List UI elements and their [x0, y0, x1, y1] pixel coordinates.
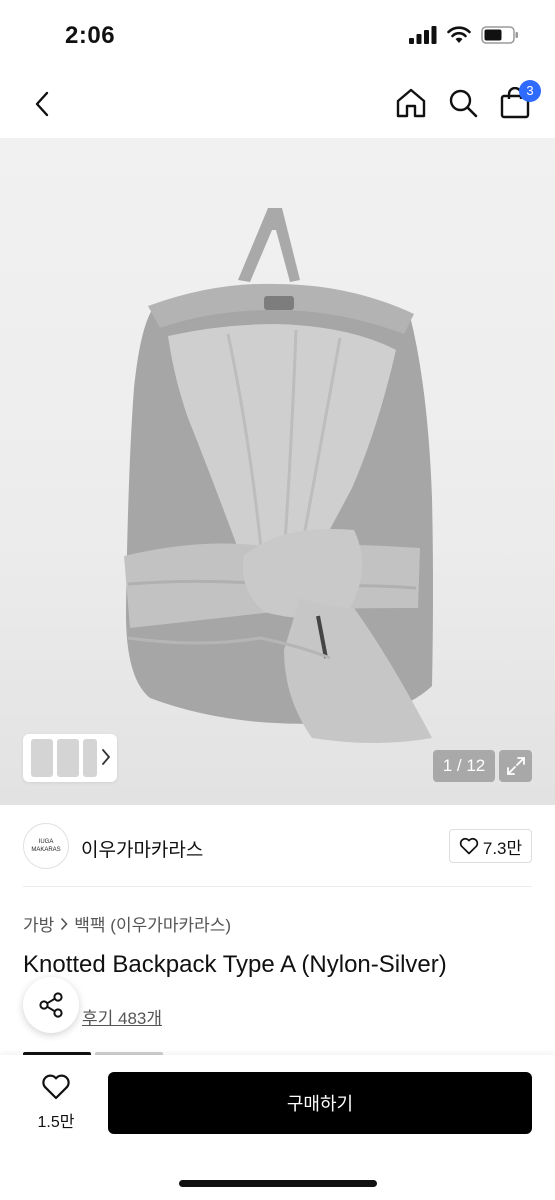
search-button[interactable] [445, 84, 481, 122]
cart-count-badge: 3 [519, 80, 541, 102]
product-title: Knotted Backpack Type A (Nylon-Silver) [23, 951, 447, 978]
product-image [124, 208, 433, 743]
brand-logo-line1: IUGA [38, 839, 54, 845]
brand-logo-line2: MAKARAS [31, 847, 61, 853]
expand-image-button[interactable] [499, 750, 532, 782]
status-time: 2:06 [65, 22, 116, 49]
share-icon [39, 992, 63, 1018]
wishlist-count: 1.5만 [37, 1114, 75, 1131]
heart-icon [42, 1074, 70, 1100]
status-bar: 2:06 [0, 0, 555, 72]
status-icons [409, 26, 519, 44]
home-icon [396, 88, 426, 118]
divider [23, 886, 532, 887]
back-button[interactable] [24, 86, 60, 122]
chevron-right-icon [61, 917, 68, 930]
breadcrumb: 가방 백팩 (이우가마카라스) [23, 911, 231, 936]
nav-bar: 3 [0, 72, 555, 138]
battery-icon [481, 26, 518, 44]
image-page-counter: 1 / 12 [433, 750, 495, 782]
home-indicator [179, 1180, 377, 1187]
heart-icon [459, 837, 479, 855]
wifi-icon [447, 26, 471, 43]
brand-name[interactable]: 이우가마카라스 [81, 835, 203, 862]
cart-button[interactable]: 3 [497, 80, 541, 122]
brand-like-button[interactable]: 7.3만 [449, 829, 532, 863]
thumbnail-image[interactable] [83, 739, 97, 777]
thumbnail-image[interactable] [57, 739, 79, 777]
search-icon [449, 89, 478, 118]
breadcrumb-category[interactable]: 가방 [23, 911, 54, 936]
brand-like-count: 7.3만 [482, 838, 523, 858]
brand-logo[interactable]: IUGA MAKARAS [23, 823, 69, 869]
home-button[interactable] [393, 84, 429, 122]
buy-button[interactable]: 구매하기 [108, 1072, 532, 1134]
chevron-left-icon [35, 91, 49, 117]
bottom-action-bar: 1.5만 구매하기 [0, 1055, 555, 1200]
wishlist-button[interactable]: 1.5만 [28, 1073, 84, 1135]
expand-icon [506, 757, 525, 775]
breadcrumb-subcategory[interactable]: 백팩 (이우가마카라스) [74, 911, 231, 936]
share-button[interactable] [23, 977, 79, 1033]
thumbnail-strip[interactable] [23, 734, 117, 782]
review-link[interactable]: 후기 483개 [82, 1004, 162, 1029]
nav-actions: 3 [393, 80, 541, 122]
product-gallery[interactable]: 1 / 12 [0, 138, 555, 805]
brand-row: IUGA MAKARAS 이우가마카라스 7.3만 [23, 822, 532, 870]
chevron-right-icon [102, 749, 111, 765]
cellular-signal-icon [409, 26, 437, 44]
thumbnail-image[interactable] [31, 739, 53, 777]
